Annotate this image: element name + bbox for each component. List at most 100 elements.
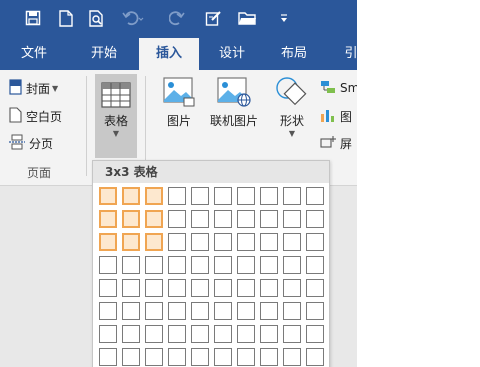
table-grid-cell[interactable] — [99, 279, 117, 297]
tab-insert[interactable]: 插入 — [139, 38, 199, 70]
table-grid-cell-selected[interactable] — [99, 233, 117, 251]
tab-references[interactable]: 引 — [336, 38, 357, 70]
table-grid-cell[interactable] — [145, 279, 163, 297]
table-grid-cell[interactable] — [306, 187, 324, 205]
table-grid-cell[interactable] — [122, 302, 140, 320]
table-grid-cell-selected[interactable] — [99, 210, 117, 228]
table-grid-cell[interactable] — [237, 279, 255, 297]
table-grid-cell[interactable] — [145, 325, 163, 343]
table-grid-cell[interactable] — [306, 302, 324, 320]
table-grid-cell[interactable] — [168, 256, 186, 274]
table-grid-cell[interactable] — [191, 233, 209, 251]
table-grid-cell-selected[interactable] — [122, 210, 140, 228]
table-grid-cell[interactable] — [260, 233, 278, 251]
table-grid-cell[interactable] — [237, 302, 255, 320]
table-grid-cell[interactable] — [283, 187, 301, 205]
table-grid-cell[interactable] — [283, 210, 301, 228]
table-grid-cell[interactable] — [122, 256, 140, 274]
table-grid-cell[interactable] — [214, 279, 232, 297]
table-grid-cell[interactable] — [168, 302, 186, 320]
table-grid-cell[interactable] — [237, 348, 255, 366]
table-grid-cell[interactable] — [283, 348, 301, 366]
table-grid-cell[interactable] — [168, 348, 186, 366]
table-grid-cell-selected[interactable] — [122, 187, 140, 205]
table-grid-cell-selected[interactable] — [145, 187, 163, 205]
table-grid-cell[interactable] — [237, 233, 255, 251]
chart-button[interactable]: 图 — [320, 106, 352, 126]
tab-home[interactable]: 开始 — [80, 38, 128, 70]
undo-icon[interactable] — [122, 7, 144, 29]
table-grid-cell[interactable] — [168, 325, 186, 343]
table-grid-cell[interactable] — [237, 325, 255, 343]
table-grid-cell[interactable] — [237, 187, 255, 205]
table-grid-cell[interactable] — [214, 302, 232, 320]
tab-layout[interactable]: 布局 — [270, 38, 318, 70]
table-grid-cell[interactable] — [283, 256, 301, 274]
table-grid-cell[interactable] — [122, 348, 140, 366]
table-grid-cell[interactable] — [168, 210, 186, 228]
table-grid-cell[interactable] — [122, 279, 140, 297]
table-grid-cell[interactable] — [306, 279, 324, 297]
table-grid-cell[interactable] — [237, 210, 255, 228]
table-grid-cell[interactable] — [260, 210, 278, 228]
table-grid-cell[interactable] — [283, 233, 301, 251]
table-grid-cell[interactable] — [191, 187, 209, 205]
table-grid-cell-selected[interactable] — [122, 233, 140, 251]
table-grid-cell[interactable] — [168, 187, 186, 205]
table-grid-cell[interactable] — [260, 279, 278, 297]
table-grid-cell[interactable] — [306, 210, 324, 228]
open-folder-icon[interactable] — [236, 7, 258, 29]
table-grid-cell[interactable] — [214, 210, 232, 228]
table-grid-cell[interactable] — [260, 348, 278, 366]
table-grid-cell[interactable] — [99, 325, 117, 343]
table-grid-cell[interactable] — [214, 233, 232, 251]
page-break-button[interactable]: 分页 — [9, 133, 53, 153]
table-grid-cell[interactable] — [283, 279, 301, 297]
table-grid-cell[interactable] — [191, 279, 209, 297]
tab-design[interactable]: 设计 — [208, 38, 256, 70]
pictures-button[interactable]: 图片 — [158, 76, 200, 146]
shapes-button[interactable]: 形状 ▼ — [272, 76, 312, 160]
blank-page-button[interactable]: 空白页 — [9, 106, 62, 126]
table-grid-cell[interactable] — [214, 348, 232, 366]
table-grid-cell[interactable] — [145, 302, 163, 320]
table-grid-cell[interactable] — [99, 256, 117, 274]
redo-icon[interactable] — [166, 7, 188, 29]
table-grid-cell[interactable] — [306, 325, 324, 343]
table-grid-cell[interactable] — [191, 210, 209, 228]
table-grid-cell[interactable] — [306, 256, 324, 274]
table-grid-cell[interactable] — [260, 187, 278, 205]
new-document-icon[interactable] — [55, 7, 77, 29]
table-grid-cell[interactable] — [260, 256, 278, 274]
table-grid-cell[interactable] — [237, 256, 255, 274]
table-grid-cell[interactable] — [306, 348, 324, 366]
table-grid-cell[interactable] — [99, 302, 117, 320]
table-grid-cell[interactable] — [122, 325, 140, 343]
table-grid-cell[interactable] — [191, 348, 209, 366]
smartart-button[interactable]: Sm — [320, 78, 357, 98]
customize-quick-access-icon[interactable] — [273, 7, 295, 29]
print-preview-icon[interactable] — [86, 7, 108, 29]
table-grid-cell[interactable] — [260, 302, 278, 320]
table-grid-cell[interactable] — [214, 256, 232, 274]
table-grid-cell[interactable] — [168, 279, 186, 297]
table-button[interactable]: 表格 ▼ — [95, 74, 137, 158]
screenshot-button[interactable]: 屏 — [320, 133, 352, 153]
table-grid-cell[interactable] — [145, 348, 163, 366]
save-icon[interactable] — [22, 7, 44, 29]
table-grid-cell[interactable] — [191, 256, 209, 274]
cover-page-button[interactable]: 封面 ▼ — [9, 78, 58, 98]
edit-icon[interactable] — [202, 7, 224, 29]
online-pictures-button[interactable]: 联机图片 — [204, 76, 264, 146]
table-grid-cell[interactable] — [306, 233, 324, 251]
table-grid-cell-selected[interactable] — [145, 210, 163, 228]
table-grid-cell[interactable] — [283, 325, 301, 343]
table-grid-cell[interactable] — [145, 256, 163, 274]
table-grid-cell[interactable] — [214, 325, 232, 343]
table-grid-cell[interactable] — [99, 348, 117, 366]
table-grid-cell[interactable] — [168, 233, 186, 251]
table-grid-cell[interactable] — [214, 187, 232, 205]
table-grid-cell[interactable] — [283, 302, 301, 320]
table-grid-cell[interactable] — [260, 325, 278, 343]
table-grid-cell-selected[interactable] — [99, 187, 117, 205]
